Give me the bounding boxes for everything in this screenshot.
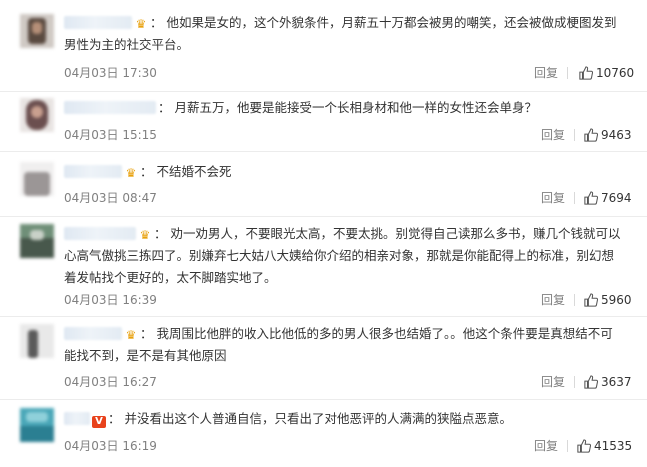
- comment-item: ♛：不结婚不会死 04月03日 08:47 回复 7694: [0, 152, 647, 217]
- comment-time: 04月03日 16:27: [64, 375, 157, 389]
- username[interactable]: [64, 165, 122, 178]
- comment-time: 04月03日 08:47: [64, 191, 157, 205]
- comment-meta: 04月03日 16:19 回复 41535: [64, 437, 632, 455]
- divider: [567, 440, 568, 452]
- crown-icon: ♛: [125, 166, 137, 180]
- comment-text: 月薪五万，他要是能接受一个长相身材和他一样的女性还会单身？: [174, 100, 538, 115]
- comment-time: 04月03日 16:19: [64, 439, 157, 453]
- divider: [567, 67, 568, 79]
- avatar[interactable]: [20, 408, 54, 442]
- like-count: 3637: [601, 375, 632, 389]
- username[interactable]: [64, 16, 132, 29]
- like-button[interactable]: 7694: [584, 189, 632, 207]
- avatar[interactable]: [20, 162, 54, 196]
- divider: [574, 376, 575, 388]
- like-button[interactable]: 10760: [579, 64, 634, 82]
- reply-button[interactable]: 回复: [541, 373, 565, 391]
- like-count: 5960: [601, 293, 632, 307]
- thumbs-up-icon: [584, 375, 599, 389]
- divider: [574, 192, 575, 204]
- avatar[interactable]: [20, 224, 54, 258]
- reply-button[interactable]: 回复: [534, 64, 558, 82]
- thumbs-up-icon: [584, 293, 599, 307]
- like-button[interactable]: 41535: [577, 437, 632, 455]
- comment-meta: 04月03日 16:27 回复 3637: [64, 373, 632, 391]
- crown-icon: ♛: [125, 328, 137, 342]
- like-count: 10760: [596, 66, 635, 80]
- comment-meta: 04月03日 16:39 回复 5960: [64, 291, 632, 309]
- like-count: 7694: [601, 191, 632, 205]
- username[interactable]: [64, 327, 122, 340]
- thumbs-up-icon: [577, 439, 592, 453]
- crown-icon: ♛: [135, 17, 147, 31]
- username[interactable]: [64, 412, 90, 425]
- reply-button[interactable]: 回复: [541, 189, 565, 207]
- reply-button[interactable]: 回复: [541, 126, 565, 144]
- like-button[interactable]: 5960: [584, 291, 632, 309]
- comment-time: 04月03日 16:39: [64, 293, 157, 307]
- comment-list: ♛：他如果是女的，这个外貌条件，月薪五十万都会被男的嘲笑，还会被做成梗图发到男性…: [0, 0, 647, 467]
- thumbs-up-icon: [584, 191, 599, 205]
- thumbs-up-icon: [579, 66, 594, 80]
- comment-meta: 04月03日 15:15 回复 9463: [64, 126, 632, 144]
- divider: [574, 294, 575, 306]
- comment-item: ：月薪五万，他要是能接受一个长相身材和他一样的女性还会单身？ 04月03日 15…: [0, 92, 647, 152]
- crown-icon: ♛: [139, 228, 151, 242]
- comment-item: ♛：我周围比他胖的收入比他低的多的男人很多也结婚了。。他这个条件要是真想结不可能…: [0, 317, 647, 400]
- reply-button[interactable]: 回复: [541, 291, 565, 309]
- comment-text: 并没看出这个人普通自信，只看出了对他恶评的人满满的狭隘点恶意。: [124, 411, 513, 426]
- reply-button[interactable]: 回复: [534, 437, 558, 455]
- comment-meta: 04月03日 08:47 回复 7694: [64, 189, 632, 207]
- avatar[interactable]: [20, 98, 54, 132]
- comment-item: ♛：他如果是女的，这个外貌条件，月薪五十万都会被男的嘲笑，还会被做成梗图发到男性…: [0, 0, 647, 92]
- comment-meta: 04月03日 17:30 回复 10760: [64, 64, 634, 82]
- divider: [574, 129, 575, 141]
- avatar[interactable]: [20, 14, 54, 48]
- like-count: 41535: [594, 439, 633, 453]
- thumbs-up-icon: [584, 128, 599, 142]
- username[interactable]: [64, 227, 136, 240]
- like-button[interactable]: 3637: [584, 373, 632, 391]
- comment-time: 04月03日 15:15: [64, 128, 157, 142]
- comment-item: ♛：劝一劝男人，不要眼光太高，不要太挑。别觉得自己读那么多书，赚几个钱就可以心高…: [0, 217, 647, 317]
- v-badge-icon: V: [92, 416, 106, 428]
- like-count: 9463: [601, 128, 632, 142]
- comment-text: 不结婚不会死: [156, 164, 232, 179]
- avatar[interactable]: [20, 324, 54, 358]
- comment-item: V：并没看出这个人普通自信，只看出了对他恶评的人满满的狭隘点恶意。 04月03日…: [0, 400, 647, 467]
- username[interactable]: [64, 101, 156, 114]
- like-button[interactable]: 9463: [584, 126, 632, 144]
- comment-time: 04月03日 17:30: [64, 66, 157, 80]
